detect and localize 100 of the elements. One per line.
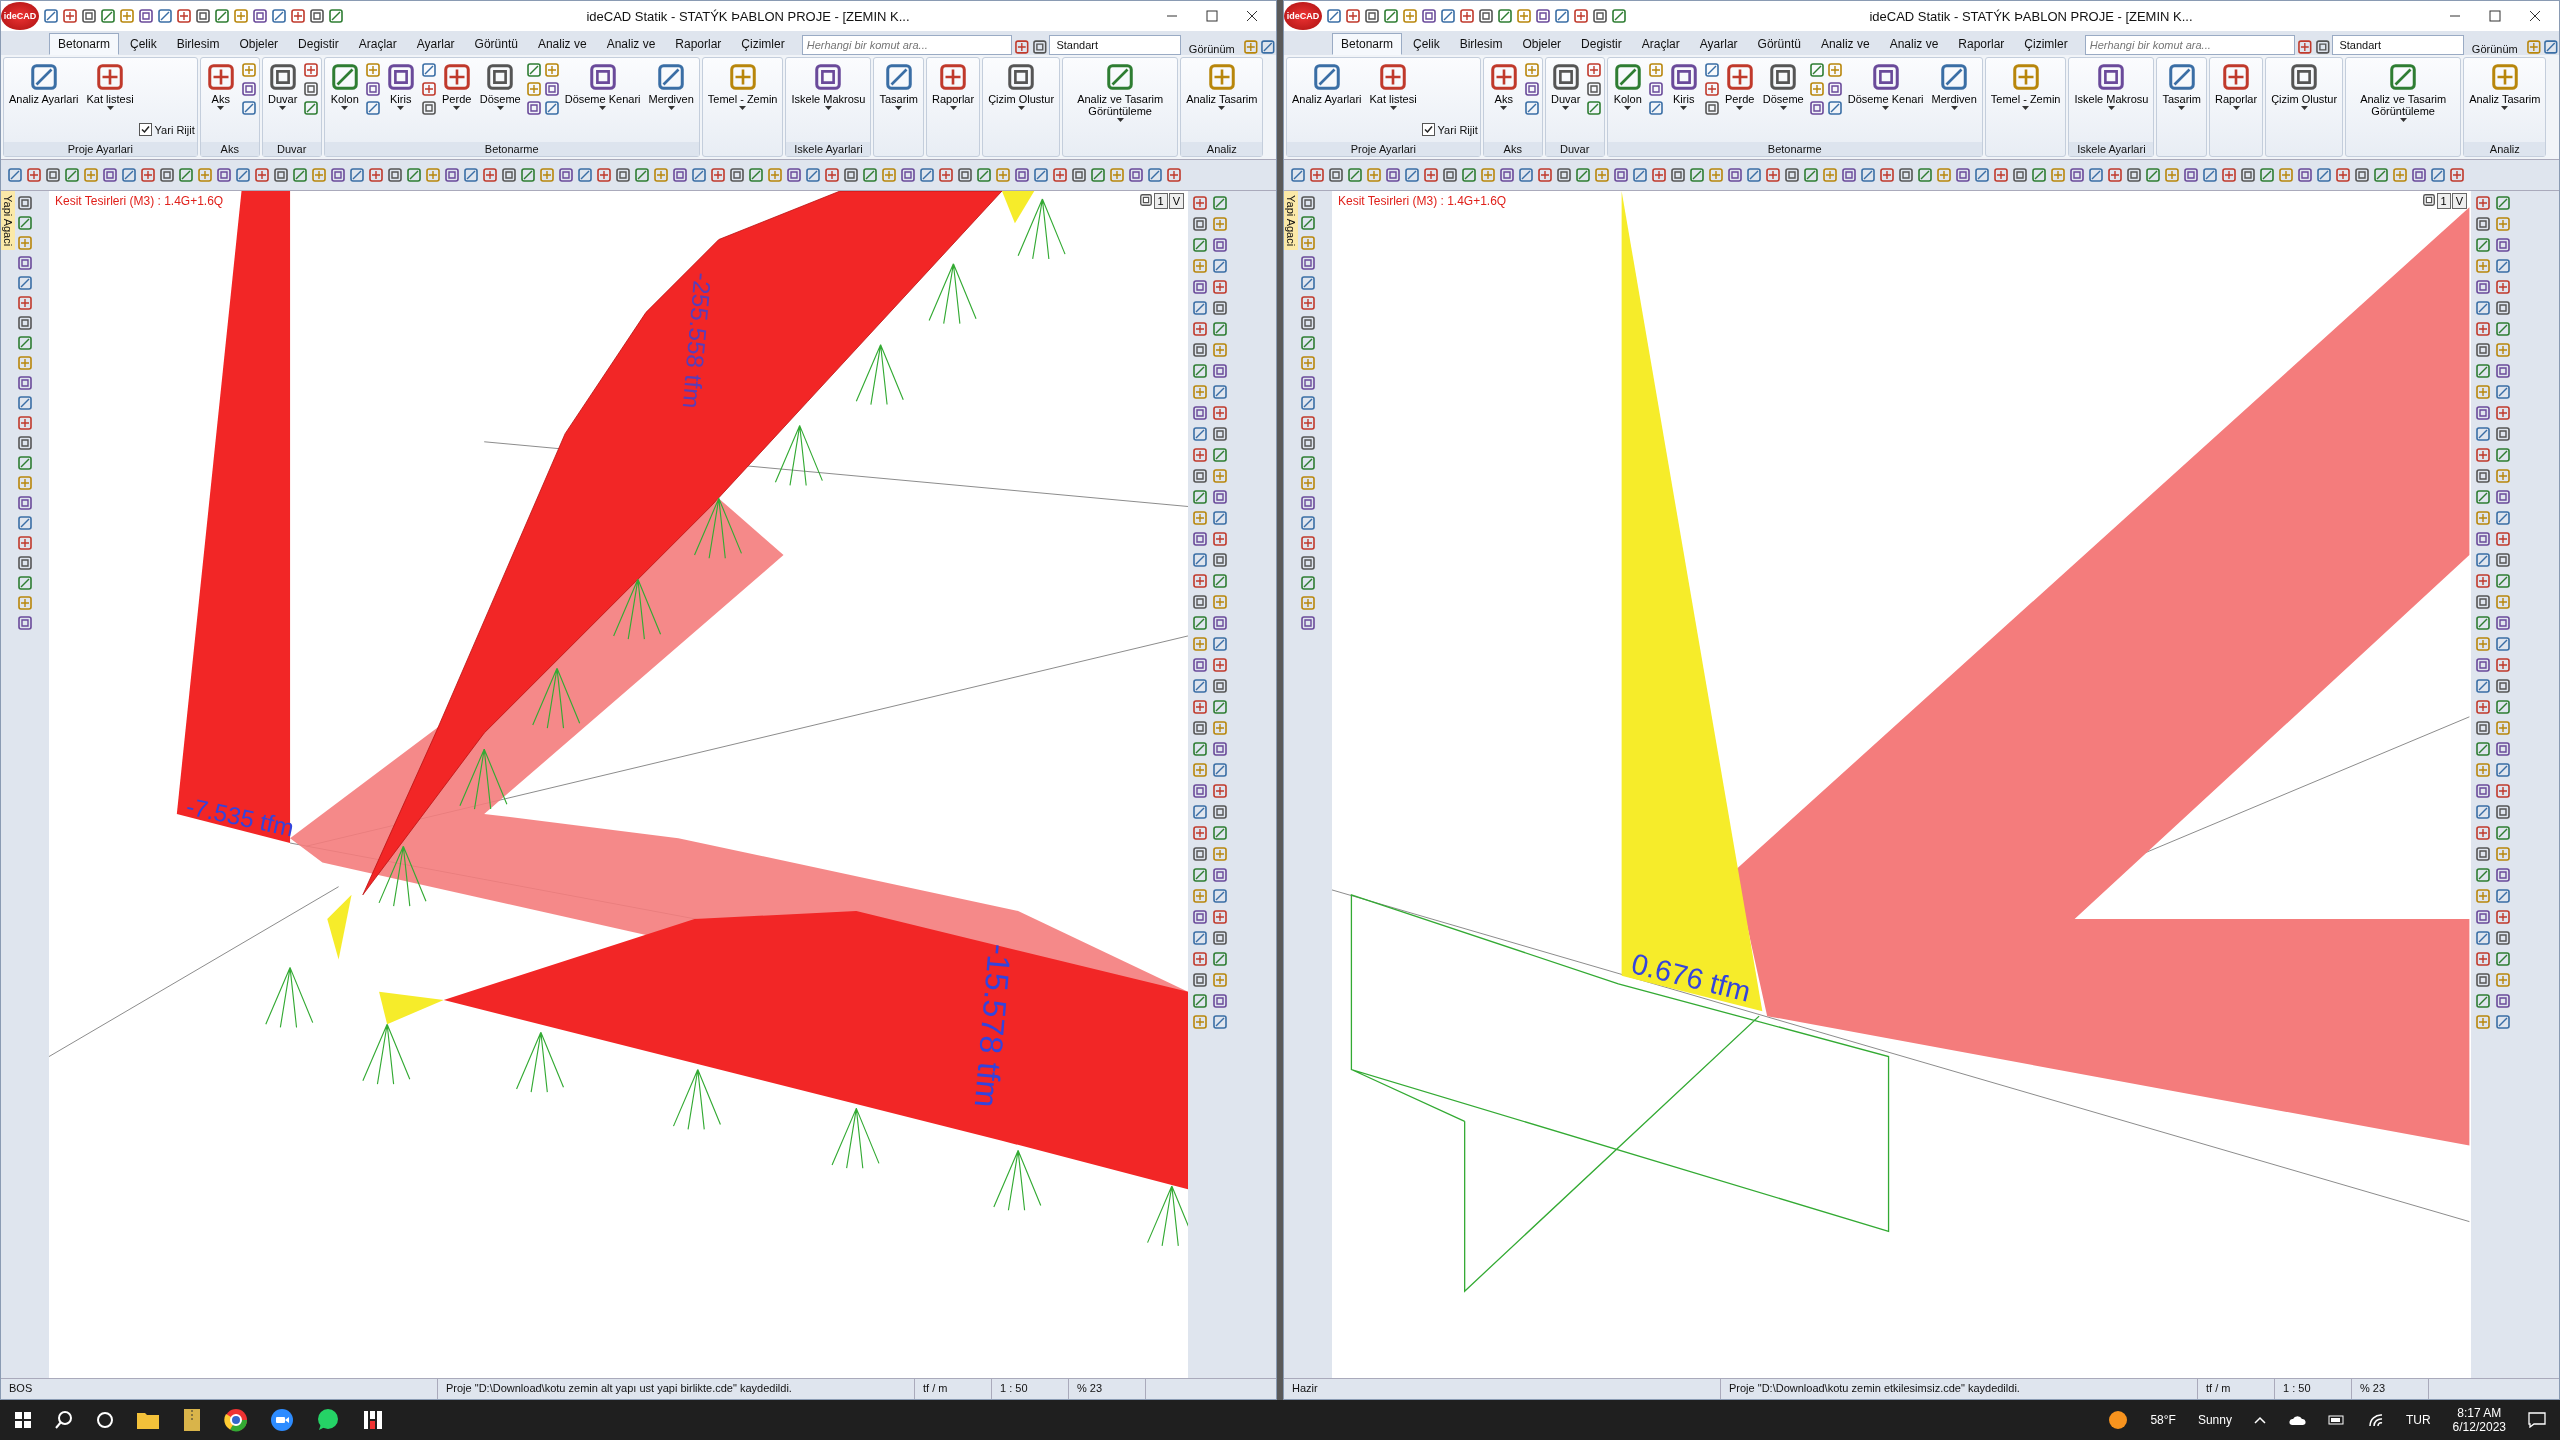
toolbar-icon[interactable] bbox=[2475, 531, 2491, 547]
toolbar-icon[interactable] bbox=[2240, 167, 2256, 183]
toolbar-icon[interactable] bbox=[2475, 909, 2491, 925]
toolbar-icon[interactable] bbox=[1613, 167, 1629, 183]
toolbar-icon[interactable] bbox=[2126, 167, 2142, 183]
toolbar-icon[interactable] bbox=[1518, 167, 1534, 183]
toolbar-icon[interactable] bbox=[26, 167, 42, 183]
toolbar-icon[interactable] bbox=[1212, 909, 1228, 925]
toolbar-icon[interactable] bbox=[1404, 167, 1420, 183]
toolbar-icon[interactable] bbox=[1014, 39, 1030, 55]
ribbon-tab[interactable]: Analiz ve bbox=[597, 33, 665, 55]
toolbar-icon[interactable] bbox=[2525, 39, 2542, 55]
quick-access-icon[interactable] bbox=[81, 8, 97, 24]
toolbar-icon[interactable] bbox=[1147, 167, 1163, 183]
quick-access-icon[interactable] bbox=[1383, 8, 1399, 24]
toolbar-icon[interactable] bbox=[2475, 825, 2491, 841]
toolbar-icon[interactable] bbox=[2495, 384, 2511, 400]
battery-icon[interactable] bbox=[2327, 1414, 2346, 1426]
toolbar-icon[interactable] bbox=[596, 167, 612, 183]
toolbar-icon[interactable] bbox=[1442, 167, 1458, 183]
toolbar-icon[interactable] bbox=[1703, 81, 1720, 97]
toolbar-icon[interactable] bbox=[1192, 405, 1208, 421]
toolbar-icon[interactable] bbox=[2495, 321, 2511, 337]
toolbar-icon[interactable] bbox=[2475, 237, 2491, 253]
toolbar-icon[interactable] bbox=[2495, 825, 2511, 841]
side-tab[interactable]: Yapi Agaci bbox=[1, 191, 15, 251]
ribbon-button[interactable]: Raporlar bbox=[2211, 60, 2261, 113]
toolbar-icon[interactable] bbox=[1192, 678, 1208, 694]
toolbar-icon[interactable] bbox=[1192, 951, 1208, 967]
toolbar-icon[interactable] bbox=[691, 167, 707, 183]
toolbar-icon[interactable] bbox=[1192, 447, 1208, 463]
toolbar-icon[interactable] bbox=[2475, 846, 2491, 862]
ribbon-button[interactable]: Döseme bbox=[476, 60, 524, 113]
toolbar-icon[interactable] bbox=[1212, 195, 1228, 211]
toolbar-icon[interactable] bbox=[2495, 657, 2511, 673]
toolbar-icon[interactable] bbox=[2495, 447, 2511, 463]
toolbar-icon[interactable] bbox=[2495, 804, 2511, 820]
toolbar-icon[interactable] bbox=[1212, 783, 1228, 799]
toolbar-icon[interactable] bbox=[1192, 195, 1208, 211]
toolbar-icon[interactable] bbox=[1385, 167, 1401, 183]
toolbar-icon[interactable] bbox=[1300, 415, 1316, 431]
toolbar-icon[interactable] bbox=[1212, 384, 1228, 400]
toolbar-icon[interactable] bbox=[1765, 167, 1781, 183]
ribbon-button[interactable]: Iskele Makrosu bbox=[2071, 60, 2152, 113]
toolbar-icon[interactable] bbox=[2475, 657, 2491, 673]
toolbar-icon[interactable] bbox=[577, 167, 593, 183]
toolbar-icon[interactable] bbox=[1703, 62, 1720, 78]
toolbar-icon[interactable] bbox=[2475, 363, 2491, 379]
toolbar-icon[interactable] bbox=[2475, 573, 2491, 589]
toolbar-icon[interactable] bbox=[1212, 279, 1228, 295]
circle-icon[interactable] bbox=[96, 1411, 114, 1429]
toolbar-icon[interactable] bbox=[2183, 167, 2199, 183]
ribbon-tab[interactable]: Raporlar bbox=[1949, 33, 2014, 55]
quick-access-icon[interactable] bbox=[1364, 8, 1380, 24]
toolbar-icon[interactable] bbox=[525, 62, 542, 78]
toolbar-icon[interactable] bbox=[1647, 100, 1664, 116]
archive-icon[interactable] bbox=[182, 1408, 202, 1432]
toolbar-icon[interactable] bbox=[1192, 237, 1208, 253]
toolbar-icon[interactable] bbox=[1670, 167, 1686, 183]
ribbon-button[interactable]: Kat listesi bbox=[83, 60, 137, 113]
toolbar-icon[interactable] bbox=[17, 215, 33, 231]
toolbar-icon[interactable] bbox=[240, 81, 257, 97]
toolbar-icon[interactable] bbox=[1071, 167, 1087, 183]
cloud-icon[interactable] bbox=[2287, 1414, 2306, 1426]
toolbar-icon[interactable] bbox=[2475, 279, 2491, 295]
toolbar-icon[interactable] bbox=[1575, 167, 1591, 183]
toolbar-icon[interactable] bbox=[17, 195, 33, 211]
toolbar-icon[interactable] bbox=[17, 555, 33, 571]
toolbar-icon[interactable] bbox=[1974, 167, 1990, 183]
quick-access-icon[interactable] bbox=[62, 8, 78, 24]
toolbar-icon[interactable] bbox=[1300, 455, 1316, 471]
quick-access-icon[interactable] bbox=[1345, 8, 1361, 24]
toolbar-icon[interactable] bbox=[17, 255, 33, 271]
toolbar-icon[interactable] bbox=[1212, 489, 1228, 505]
ribbon-button[interactable]: Aks bbox=[1485, 60, 1522, 113]
toolbar-icon[interactable] bbox=[2430, 167, 2446, 183]
toolbar-icon[interactable] bbox=[1212, 657, 1228, 673]
toolbar-icon[interactable] bbox=[1192, 468, 1208, 484]
toolbar-icon[interactable] bbox=[1300, 195, 1316, 211]
toolbar-icon[interactable] bbox=[786, 167, 802, 183]
toolbar-icon[interactable] bbox=[2495, 699, 2511, 715]
ribbon-button[interactable]: Döseme Kenari bbox=[561, 60, 644, 113]
toolbar-icon[interactable] bbox=[1212, 552, 1228, 568]
ribbon-button[interactable]: Merdiven bbox=[645, 60, 697, 113]
toolbar-icon[interactable] bbox=[17, 295, 33, 311]
toolbar-icon[interactable] bbox=[1212, 867, 1228, 883]
toolbar-icon[interactable] bbox=[1212, 762, 1228, 778]
toolbar-icon[interactable] bbox=[1212, 447, 1228, 463]
view-menu[interactable]: Görünüm bbox=[2465, 43, 2524, 55]
toolbar-icon[interactable] bbox=[2475, 447, 2491, 463]
toolbar-icon[interactable] bbox=[2543, 39, 2559, 55]
quick-access-icon[interactable] bbox=[176, 8, 192, 24]
toolbar-icon[interactable] bbox=[558, 167, 574, 183]
toolbar-icon[interactable] bbox=[1300, 435, 1316, 451]
ribbon-button[interactable]: Analiz Ayarlari bbox=[1289, 60, 1365, 108]
toolbar-icon[interactable] bbox=[1523, 62, 1540, 78]
toolbar-icon[interactable] bbox=[1300, 535, 1316, 551]
ribbon-tab[interactable]: Görüntü bbox=[465, 33, 527, 55]
toolbar-icon[interactable] bbox=[1212, 531, 1228, 547]
quick-access-icon[interactable] bbox=[1497, 8, 1513, 24]
